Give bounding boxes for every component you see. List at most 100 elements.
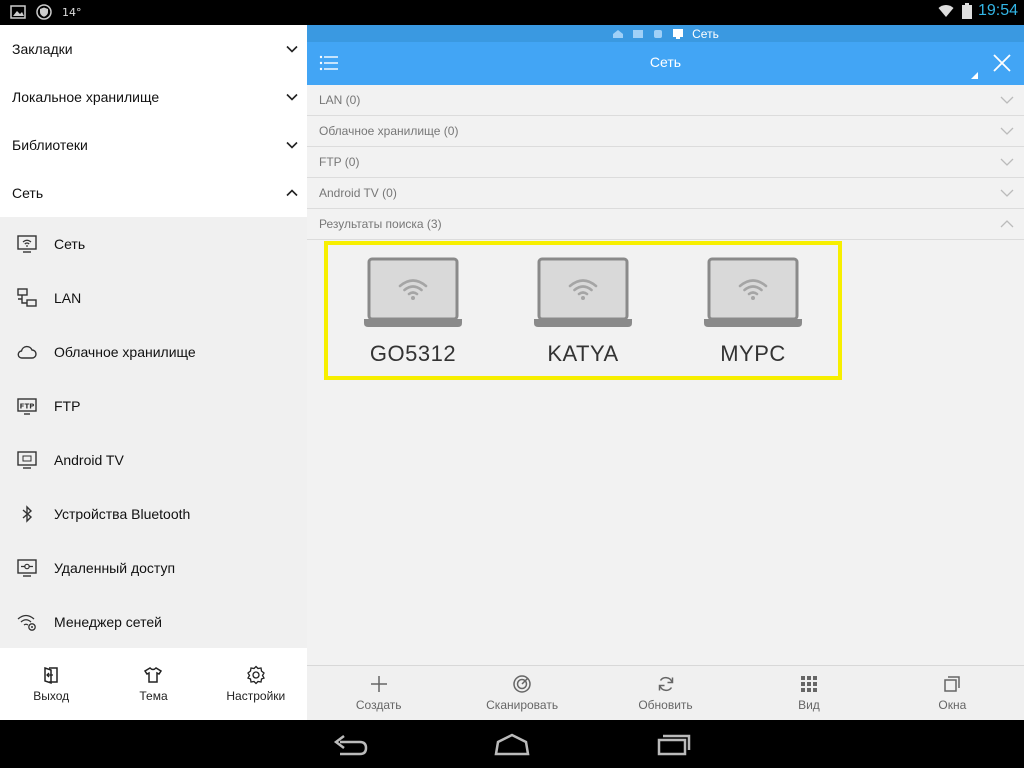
exit-label: Выход bbox=[33, 689, 70, 703]
recent-apps-icon[interactable] bbox=[655, 730, 695, 758]
toolbar: Сеть bbox=[307, 42, 1024, 85]
chevron-down-icon bbox=[1000, 127, 1014, 135]
tv-icon bbox=[16, 449, 38, 471]
windows-button[interactable]: Окна bbox=[881, 666, 1024, 720]
theme-label: Тема bbox=[139, 689, 168, 703]
scan-icon bbox=[513, 675, 531, 693]
laptop-wifi-icon bbox=[534, 257, 632, 327]
remote-access-icon bbox=[16, 557, 38, 579]
chevron-down-icon bbox=[286, 45, 298, 53]
image-icon bbox=[10, 5, 26, 19]
sidebar-item-network[interactable]: Сеть bbox=[0, 217, 307, 271]
shirt-icon bbox=[144, 667, 163, 683]
theme-button[interactable]: Тема bbox=[102, 648, 204, 720]
chevron-down-icon bbox=[1000, 96, 1014, 104]
scan-button[interactable]: Сканировать bbox=[450, 666, 593, 720]
sidebar-item-lan[interactable]: LAN bbox=[0, 271, 307, 325]
window-icon[interactable] bbox=[632, 29, 644, 39]
create-button[interactable]: Создать bbox=[307, 666, 450, 720]
sidebar-item-remote-access[interactable]: Удаленный доступ bbox=[0, 541, 307, 595]
network-manager-icon bbox=[16, 611, 38, 633]
temperature: 14° bbox=[62, 5, 82, 19]
group-search-results[interactable]: Результаты поиска (3) bbox=[307, 209, 1024, 240]
breadcrumb-current[interactable]: Сеть bbox=[692, 27, 719, 41]
group-android-tv[interactable]: Android TV (0) bbox=[307, 178, 1024, 209]
bottom-action-bar: Создать Сканировать Обновить Вид Окна bbox=[307, 665, 1024, 720]
network-groups: LAN (0) Облачное хранилище (0) FTP (0) A… bbox=[307, 85, 1024, 240]
sidebar-item-cloud[interactable]: Облачное хранилище bbox=[0, 325, 307, 379]
breadcrumb: Сеть bbox=[307, 25, 1024, 42]
exit-icon bbox=[44, 666, 58, 685]
sidebar-item-ftp[interactable]: FTP FTP bbox=[0, 379, 307, 433]
sidebar-item-label: LAN bbox=[54, 290, 82, 306]
section-label: Локальное хранилище bbox=[12, 89, 160, 105]
section-network[interactable]: Сеть bbox=[0, 169, 307, 217]
dropdown-indicator-icon[interactable] bbox=[971, 72, 978, 79]
battery-icon bbox=[961, 3, 972, 19]
device-item[interactable]: KATYA bbox=[523, 257, 643, 367]
chevron-down-icon bbox=[1000, 158, 1014, 166]
ftp-icon: FTP bbox=[16, 395, 38, 417]
shield-icon bbox=[36, 4, 52, 20]
device-item[interactable]: MYPC bbox=[693, 257, 813, 367]
gear-icon bbox=[246, 665, 265, 685]
sidebar-item-android-tv[interactable]: Android TV bbox=[0, 433, 307, 487]
group-label: FTP (0) bbox=[319, 155, 360, 169]
section-bookmarks[interactable]: Закладки bbox=[0, 25, 307, 73]
group-label: Android TV (0) bbox=[319, 186, 397, 200]
sidebar-item-bluetooth[interactable]: Устройства Bluetooth bbox=[0, 487, 307, 541]
wifi-icon bbox=[938, 5, 954, 17]
navigation-drawer: Закладки Локальное хранилище Библиотеки … bbox=[0, 25, 307, 720]
system-navigation-bar bbox=[0, 720, 1024, 768]
group-ftp[interactable]: FTP (0) bbox=[307, 147, 1024, 178]
svg-text:FTP: FTP bbox=[20, 403, 35, 411]
section-libraries[interactable]: Библиотеки bbox=[0, 121, 307, 169]
sidebar-item-network-manager[interactable]: Менеджер сетей bbox=[0, 595, 307, 649]
refresh-button[interactable]: Обновить bbox=[594, 666, 737, 720]
settings-button[interactable]: Настройки bbox=[205, 648, 307, 720]
section-label: Закладки bbox=[12, 41, 73, 57]
sidebar-item-label: Сеть bbox=[54, 236, 86, 252]
device-name: KATYA bbox=[547, 341, 619, 366]
group-label: LAN (0) bbox=[319, 93, 361, 107]
section-label: Сеть bbox=[12, 185, 44, 201]
device-name: GO5312 bbox=[369, 341, 457, 366]
chevron-down-icon bbox=[1000, 189, 1014, 197]
network-crumb-icon[interactable] bbox=[672, 28, 684, 39]
refresh-label: Обновить bbox=[638, 698, 693, 712]
lan-icon bbox=[16, 287, 38, 309]
main-panel: Сеть Сеть LAN (0) Облачное хранилище (0)… bbox=[307, 25, 1024, 720]
scan-label: Сканировать bbox=[486, 698, 559, 712]
storage-icon[interactable] bbox=[652, 29, 664, 39]
search-results-highlight: GO5312 KATYA MYPC bbox=[324, 241, 842, 380]
exit-button[interactable]: Выход bbox=[0, 648, 102, 720]
sidebar-item-label: Менеджер сетей bbox=[54, 614, 162, 630]
view-label: Вид bbox=[798, 698, 820, 712]
group-label: Облачное хранилище (0) bbox=[319, 124, 459, 138]
sidebar-item-label: FTP bbox=[54, 398, 81, 414]
chevron-down-icon bbox=[286, 141, 298, 149]
settings-label: Настройки bbox=[226, 689, 286, 703]
chevron-up-icon bbox=[1000, 220, 1014, 228]
chevron-up-icon bbox=[286, 189, 298, 197]
laptop-wifi-icon bbox=[704, 257, 802, 327]
laptop-wifi-icon bbox=[364, 257, 462, 327]
chevron-down-icon bbox=[286, 93, 298, 101]
view-button[interactable]: Вид bbox=[737, 666, 880, 720]
plus-icon bbox=[370, 676, 387, 692]
close-icon[interactable] bbox=[992, 53, 1012, 73]
cloud-icon bbox=[16, 341, 38, 363]
group-cloud[interactable]: Облачное хранилище (0) bbox=[307, 116, 1024, 147]
section-local-storage[interactable]: Локальное хранилище bbox=[0, 73, 307, 121]
device-item[interactable]: GO5312 bbox=[353, 257, 473, 367]
group-label: Результаты поиска (3) bbox=[319, 217, 442, 231]
home-icon[interactable] bbox=[492, 730, 532, 758]
create-label: Создать bbox=[355, 698, 402, 712]
back-icon[interactable] bbox=[330, 730, 370, 758]
sidebar-item-label: Удаленный доступ bbox=[54, 560, 176, 576]
group-lan[interactable]: LAN (0) bbox=[307, 85, 1024, 116]
windows-label: Окна bbox=[938, 698, 967, 712]
home-icon[interactable] bbox=[612, 29, 624, 39]
grid-icon bbox=[800, 676, 817, 692]
network-items: Сеть LAN Облачное хранилище FTP FTP Andr… bbox=[0, 217, 307, 649]
